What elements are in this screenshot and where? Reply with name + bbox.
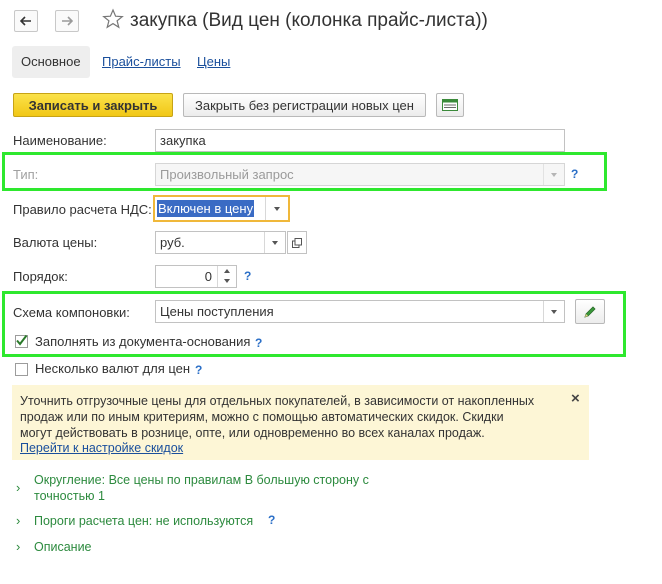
- type-dropdown-button[interactable]: [543, 164, 564, 185]
- scheme-select[interactable]: Цены поступления: [155, 300, 565, 323]
- rounding-group-title[interactable]: Округление: Все цены по правилам В больш…: [34, 472, 369, 488]
- fill-from-doc-checkbox[interactable]: [15, 334, 28, 348]
- table-report-icon: [442, 99, 458, 111]
- currency-select[interactable]: руб.: [155, 231, 286, 254]
- multi-currency-help-icon[interactable]: ?: [195, 363, 202, 377]
- spin-down-icon[interactable]: [224, 279, 230, 283]
- order-help-icon[interactable]: ?: [244, 269, 251, 283]
- scheme-dropdown-button[interactable]: [543, 301, 564, 322]
- scheme-value: Цены поступления: [160, 304, 274, 319]
- type-label: Тип:: [13, 167, 39, 182]
- close-icon[interactable]: ×: [571, 390, 580, 407]
- close-without-registration-button[interactable]: Закрыть без регистрации новых цен: [183, 93, 426, 117]
- note-line-2: продаж или по иным критериям, можно с по…: [20, 410, 504, 424]
- back-button[interactable]: [14, 10, 38, 32]
- multi-currency-checkbox[interactable]: [15, 363, 28, 376]
- save-and-close-button[interactable]: Записать и закрыть: [13, 93, 173, 117]
- fill-from-doc-label[interactable]: Заполнять из документа-основания: [35, 332, 250, 352]
- forward-button[interactable]: [55, 10, 79, 32]
- vat-dropdown-button[interactable]: [265, 197, 288, 220]
- description-group-title[interactable]: Описание: [34, 539, 92, 555]
- arrow-right-icon: [62, 16, 73, 26]
- order-label: Порядок:: [13, 269, 68, 284]
- checkmark-icon: [16, 334, 28, 346]
- spin-up-icon[interactable]: [224, 269, 230, 273]
- currency-label: Валюта цены:: [13, 235, 98, 250]
- chevron-down-icon: [551, 309, 557, 314]
- type-help-icon[interactable]: ?: [571, 167, 578, 181]
- tab-price-lists[interactable]: Прайс-листы: [102, 46, 181, 78]
- thresholds-help-icon[interactable]: ?: [268, 513, 275, 527]
- rounding-group-title-line2[interactable]: точностью 1: [34, 488, 105, 504]
- edit-scheme-button[interactable]: [575, 299, 605, 324]
- report-button[interactable]: [436, 93, 464, 117]
- favorite-star-button[interactable]: [102, 8, 124, 33]
- discount-settings-link[interactable]: Перейти к настройке скидок: [20, 441, 183, 455]
- currency-dropdown-button[interactable]: [264, 232, 285, 253]
- chevron-down-icon: [272, 240, 278, 245]
- chevron-down-icon: [274, 206, 280, 211]
- vat-rule-label: Правило расчета НДС:: [13, 202, 152, 217]
- star-icon: [102, 8, 124, 29]
- tab-prices[interactable]: Цены: [197, 46, 230, 78]
- note-line-1: Уточнить отгрузочные цены для отдельных …: [20, 394, 535, 408]
- order-spinner[interactable]: [217, 266, 236, 287]
- vat-rule-value: Включен в цену: [157, 200, 255, 217]
- chevron-right-icon[interactable]: ›: [16, 539, 20, 554]
- order-value: 0: [204, 269, 212, 284]
- open-window-icon: [292, 237, 302, 248]
- type-select[interactable]: Произвольный запрос: [155, 163, 565, 186]
- chevron-down-icon: [551, 172, 557, 177]
- fill-from-doc-help-icon[interactable]: ?: [255, 336, 262, 350]
- type-value: Произвольный запрос: [160, 167, 294, 182]
- vat-rule-select[interactable]: Включен в цену: [153, 195, 290, 222]
- multi-currency-label[interactable]: Несколько валют для цен: [35, 359, 190, 379]
- note-line-3: могут действовать в рознице, опте, или о…: [20, 426, 485, 440]
- pencil-icon: [584, 305, 596, 318]
- name-label: Наименование:: [13, 133, 107, 148]
- currency-open-button[interactable]: [287, 231, 307, 254]
- currency-value: руб.: [160, 235, 185, 250]
- arrow-left-icon: [20, 16, 31, 26]
- page-title: закупка (Вид цен (колонка прайс-листа)): [130, 10, 488, 31]
- name-input[interactable]: закупка: [155, 129, 565, 152]
- tab-main[interactable]: Основное: [12, 46, 90, 78]
- scheme-label: Схема компоновки:: [13, 305, 130, 320]
- thresholds-group-title[interactable]: Пороги расчета цен: не используются: [34, 513, 253, 529]
- order-input[interactable]: 0: [155, 265, 237, 288]
- chevron-right-icon[interactable]: ›: [16, 513, 20, 528]
- chevron-right-icon[interactable]: ›: [16, 480, 20, 495]
